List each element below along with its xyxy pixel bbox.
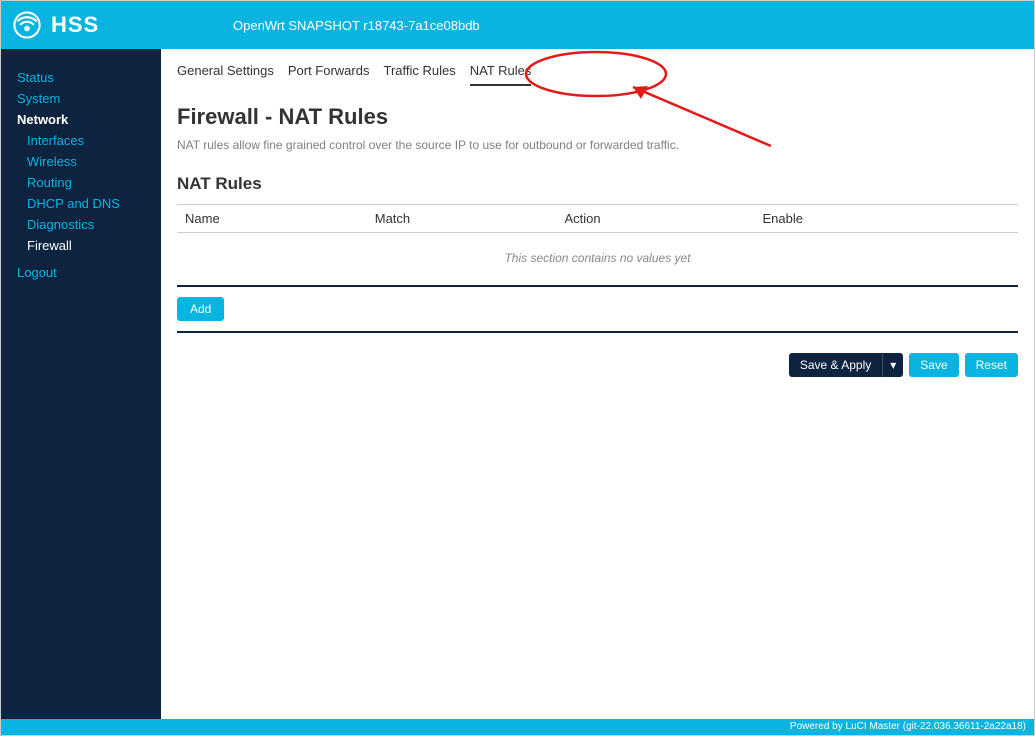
wifi-logo-icon xyxy=(13,11,41,39)
separator xyxy=(177,331,1018,333)
save-apply-button[interactable]: Save & Apply xyxy=(789,353,882,377)
empty-message: This section contains no values yet xyxy=(177,233,1018,285)
column-name: Name xyxy=(185,211,375,226)
section-title: NAT Rules xyxy=(177,174,1018,194)
topbar: HSS OpenWrt SNAPSHOT r18743-7a1ce08bdb xyxy=(1,1,1034,49)
sidebar-item-status[interactable]: Status xyxy=(1,67,161,88)
rules-table: Name Match Action Enable This section co… xyxy=(177,204,1018,287)
sidebar-item-diagnostics[interactable]: Diagnostics xyxy=(1,214,161,235)
add-button[interactable]: Add xyxy=(177,297,224,321)
tab-nat-rules[interactable]: NAT Rules xyxy=(470,63,532,86)
table-header: Name Match Action Enable xyxy=(177,205,1018,233)
column-action: Action xyxy=(565,211,763,226)
sidebar-item-wireless[interactable]: Wireless xyxy=(1,151,161,172)
brand-text: HSS xyxy=(51,12,99,38)
column-match: Match xyxy=(375,211,565,226)
tab-traffic-rules[interactable]: Traffic Rules xyxy=(383,63,455,86)
tab-port-forwards[interactable]: Port Forwards xyxy=(288,63,370,86)
column-enable: Enable xyxy=(763,211,1011,226)
sidebar-item-dhcp-dns[interactable]: DHCP and DNS xyxy=(1,193,161,214)
sidebar-item-interfaces[interactable]: Interfaces xyxy=(1,130,161,151)
save-button[interactable]: Save xyxy=(909,353,958,377)
reset-button[interactable]: Reset xyxy=(965,353,1018,377)
sidebar-item-network[interactable]: Network xyxy=(1,109,161,130)
sidebar-item-system[interactable]: System xyxy=(1,88,161,109)
tab-general-settings[interactable]: General Settings xyxy=(177,63,274,86)
footer-text: Powered by LuCI Master (git-22.036.36611… xyxy=(790,721,1026,732)
page-description: NAT rules allow fine grained control ove… xyxy=(177,138,1018,152)
sidebar-item-firewall[interactable]: Firewall xyxy=(1,235,161,256)
footer: Powered by LuCI Master (git-22.036.36611… xyxy=(1,719,1034,735)
page-title: Firewall - NAT Rules xyxy=(177,104,1018,130)
save-apply-group: Save & Apply ▾ xyxy=(789,353,903,377)
sidebar-item-routing[interactable]: Routing xyxy=(1,172,161,193)
sidebar: Status System Network Interfaces Wireles… xyxy=(1,49,161,719)
hostname: OpenWrt SNAPSHOT r18743-7a1ce08bdb xyxy=(163,18,480,33)
content: General Settings Port Forwards Traffic R… xyxy=(161,49,1034,719)
brand[interactable]: HSS xyxy=(13,11,163,39)
sidebar-logout[interactable]: Logout xyxy=(1,262,161,283)
save-apply-dropdown[interactable]: ▾ xyxy=(882,353,903,377)
actions-row: Save & Apply ▾ Save Reset xyxy=(177,353,1018,377)
tab-bar: General Settings Port Forwards Traffic R… xyxy=(177,63,1018,86)
